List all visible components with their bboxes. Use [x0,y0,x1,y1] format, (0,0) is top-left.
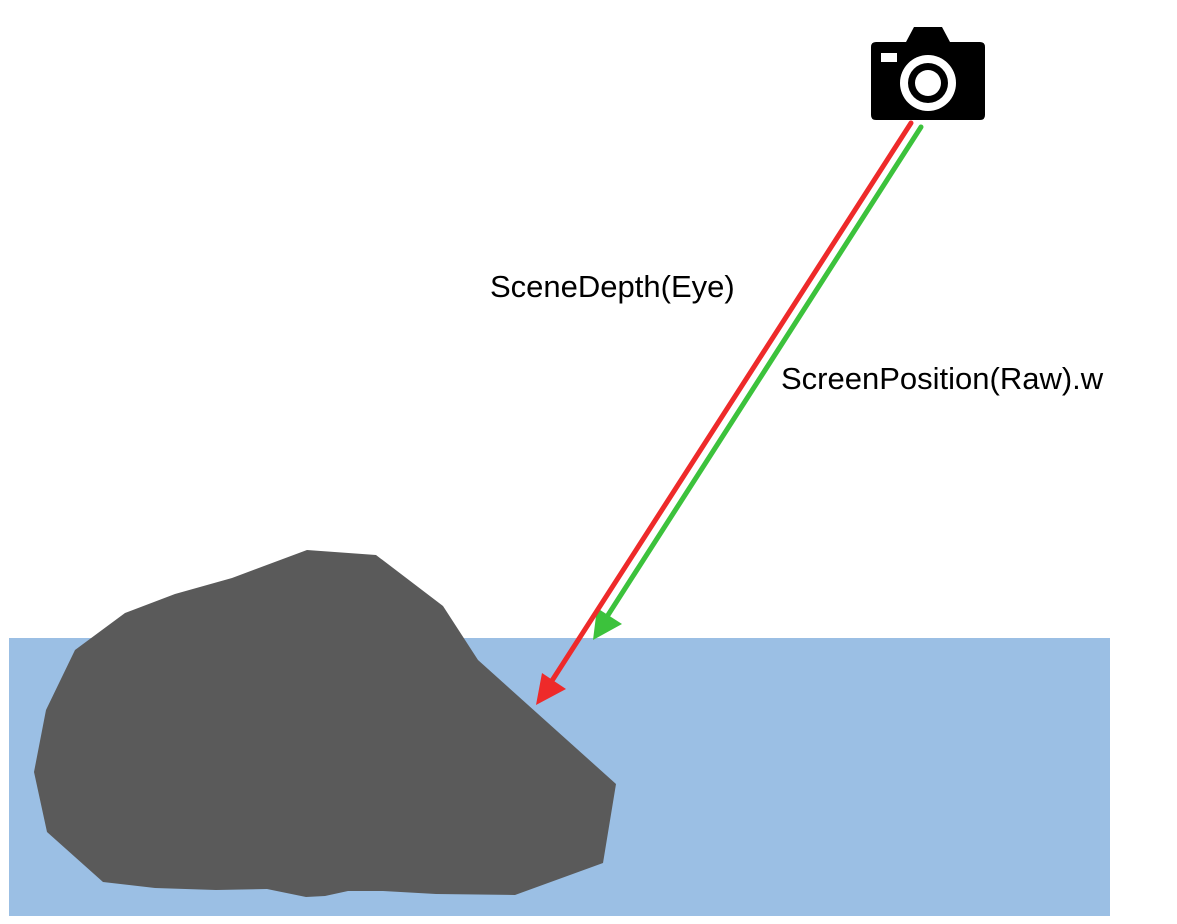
scene-depth-label: SceneDepth(Eye) [490,269,735,304]
rock-shape [34,550,616,897]
screen-position-label: ScreenPosition(Raw).w [781,361,1104,396]
camera-icon [871,27,985,120]
scene-depth-arrow [536,120,914,705]
depth-diagram: SceneDepth(Eye) ScreenPosition(Raw).w [9,27,1110,916]
